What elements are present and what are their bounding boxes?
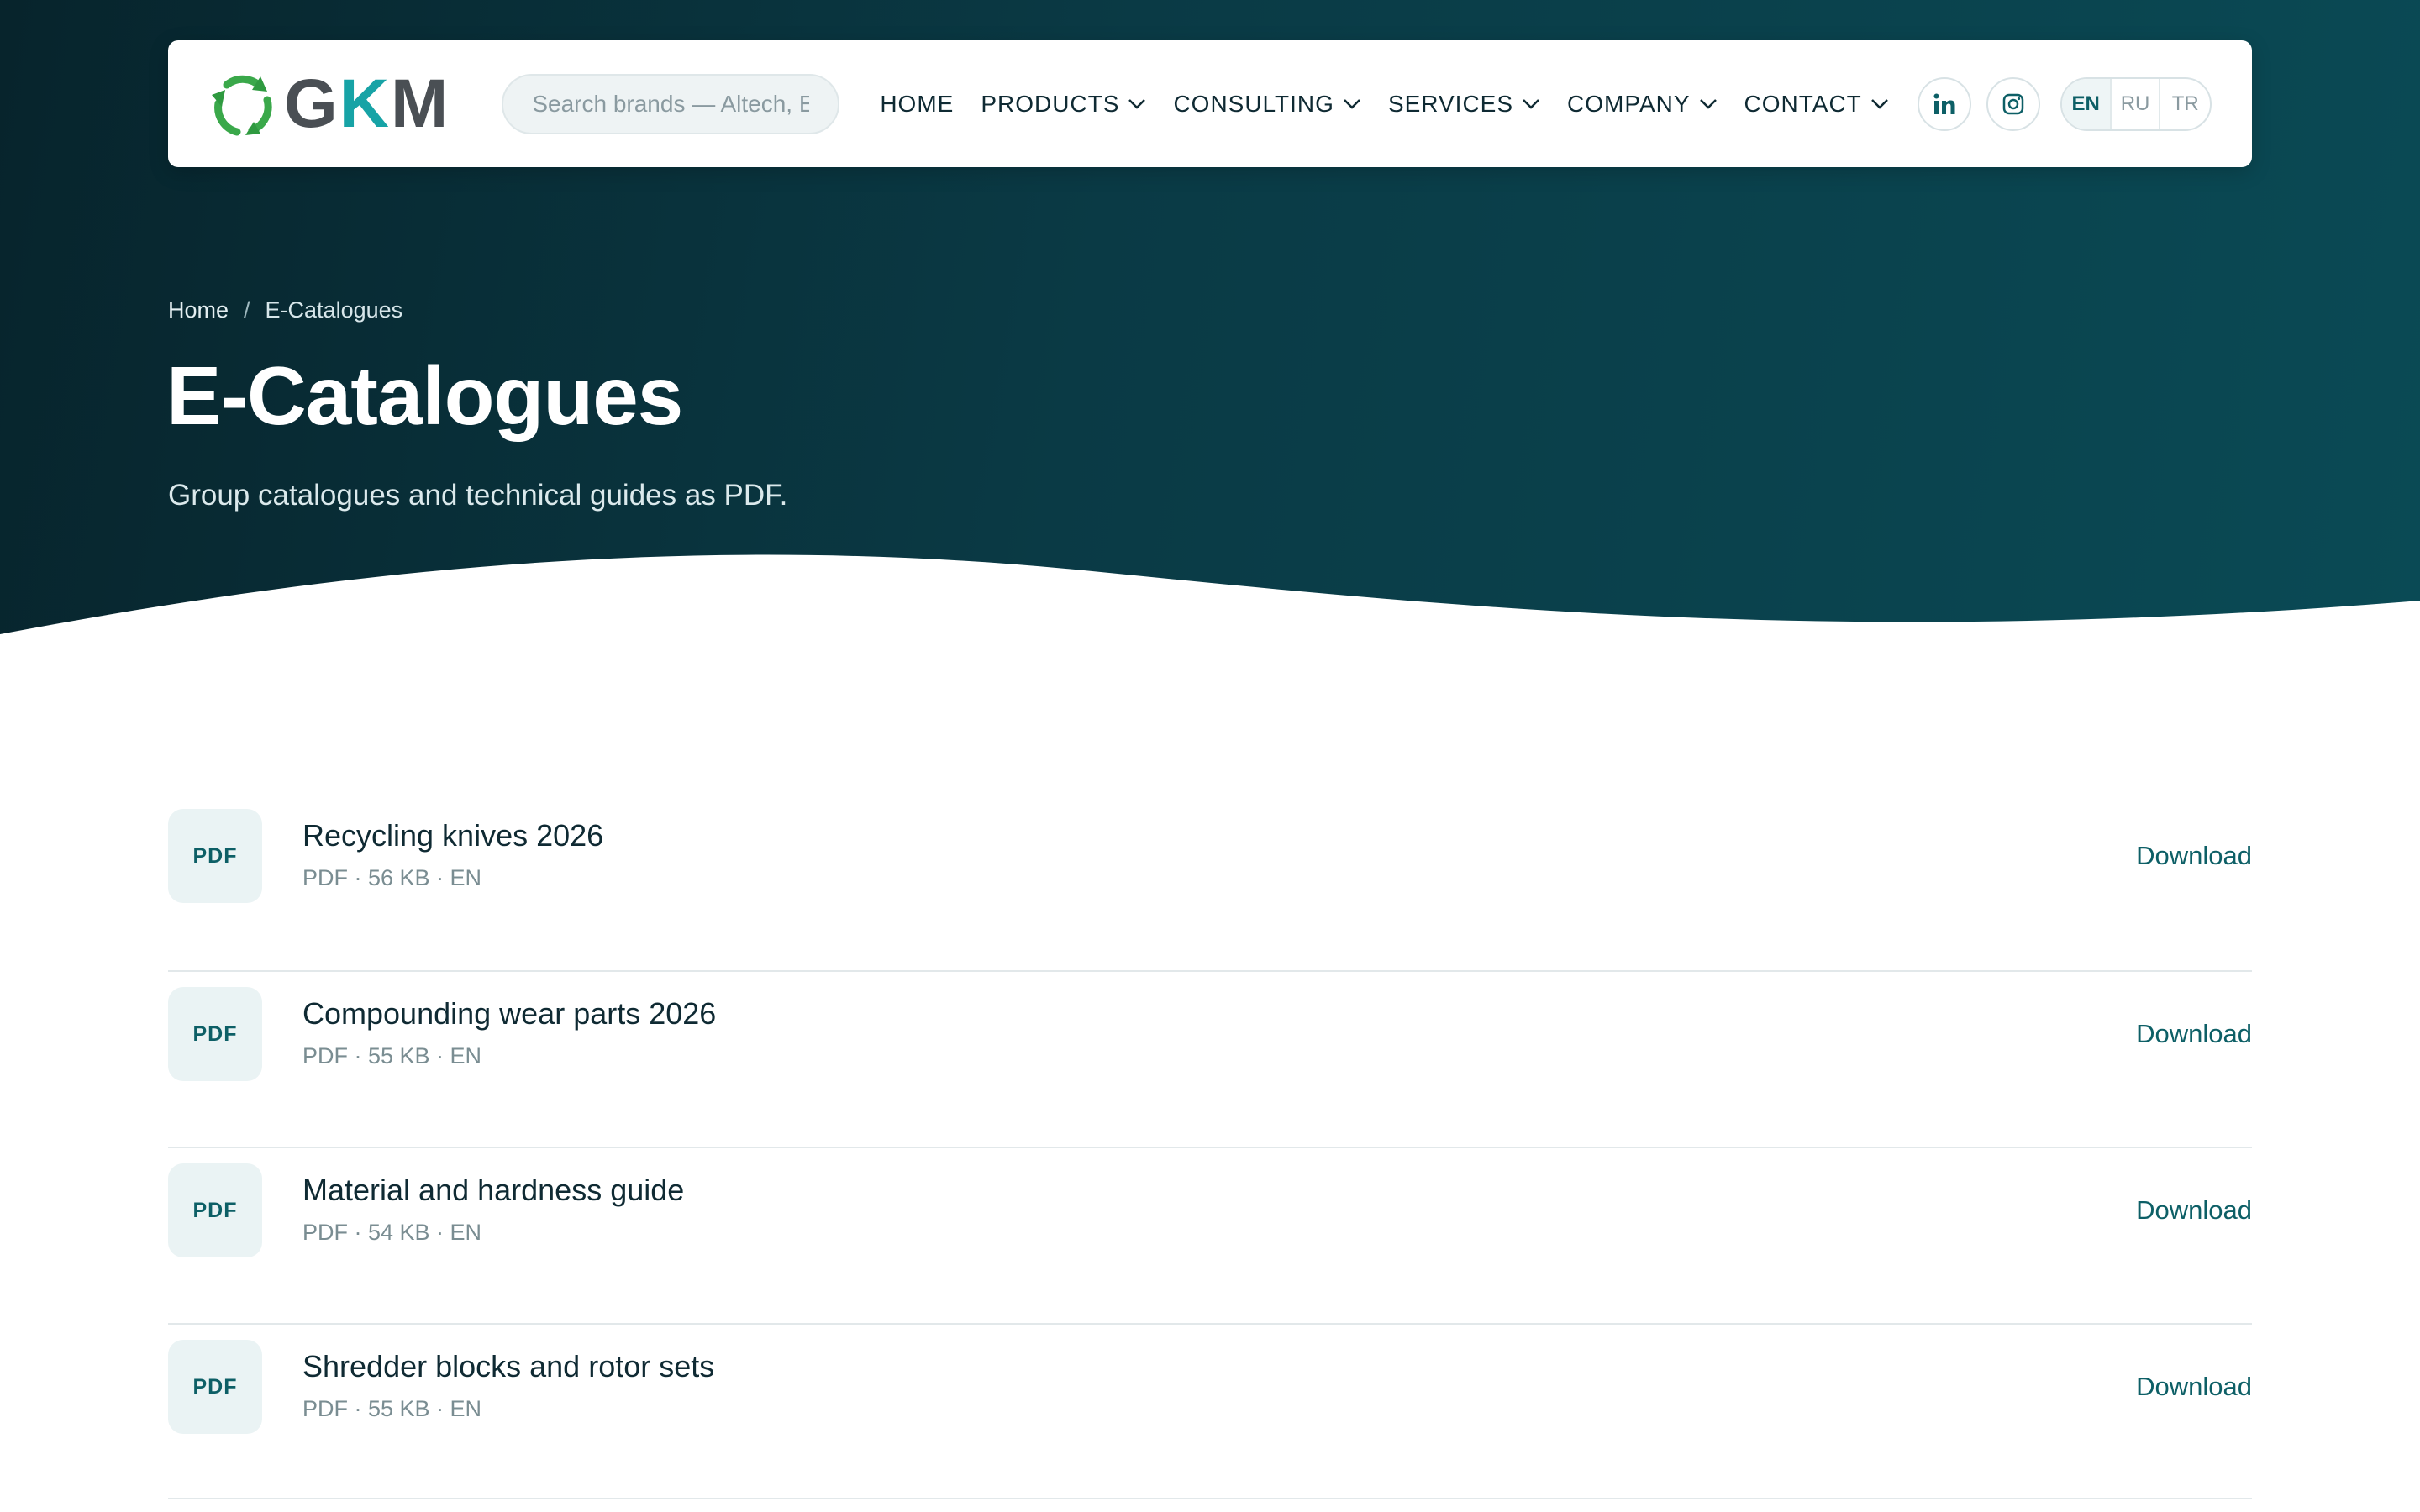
nav-company-label: COMPANY — [1567, 90, 1691, 117]
pdf-file-icon: PDF — [168, 987, 262, 1081]
search-box[interactable] — [502, 73, 840, 134]
lang-ru[interactable]: RU — [2112, 78, 2161, 129]
download-link[interactable]: Download — [2136, 841, 2252, 871]
page-subtitle: Group catalogues and technical guides as… — [168, 479, 788, 512]
search-input[interactable] — [532, 90, 810, 118]
breadcrumb-separator: / — [244, 297, 250, 323]
nav-services[interactable]: SERVICES — [1388, 91, 1540, 118]
breadcrumb: Home / E-Catalogues — [168, 297, 402, 323]
lang-en[interactable]: EN — [2061, 78, 2112, 129]
download-link[interactable]: Download — [2136, 1195, 2252, 1226]
chevron-down-icon — [1523, 98, 1539, 109]
catalogue-title: Material and hardness guide — [302, 1173, 685, 1207]
social-links — [1917, 76, 2055, 131]
catalogue-info: Material and hardness guide PDF · 54 KB … — [302, 1172, 684, 1246]
linkedin-button[interactable] — [1917, 76, 1971, 131]
lang-tr[interactable]: TR — [2160, 79, 2210, 129]
catalogue-title: Recycling knives 2026 — [302, 818, 604, 853]
logo-letter-g: G — [284, 65, 339, 142]
nav-products-label: PRODUCTS — [981, 90, 1120, 117]
download-link[interactable]: Download — [2136, 1372, 2252, 1402]
breadcrumb-home-link[interactable]: Home — [168, 297, 229, 323]
catalogue-meta: PDF · 54 KB · EN — [302, 1220, 482, 1246]
catalogue-info: Shredder blocks and rotor sets PDF · 55 … — [302, 1348, 714, 1422]
pdf-file-icon: PDF — [168, 1340, 262, 1434]
gkm-logo[interactable]: GKM — [208, 66, 450, 142]
download-link[interactable]: Download — [2136, 1019, 2252, 1049]
nav-contact-label: CONTACT — [1744, 90, 1862, 117]
page-title: E-Catalogues — [166, 349, 683, 442]
logo-wordmark: GKM — [284, 69, 450, 139]
nav-consulting[interactable]: CONSULTING — [1173, 91, 1361, 118]
chevron-down-icon — [1870, 98, 1888, 109]
nav-home-label: HOME — [880, 90, 955, 117]
recycle-logo-icon — [212, 75, 272, 135]
main-nav: HOME PRODUCTS CONSULTING SERVICES COMPAN… — [880, 91, 1915, 118]
logo-letter-m: M — [391, 65, 450, 142]
pdf-file-icon: PDF — [168, 809, 262, 903]
nav-home[interactable]: HOME — [880, 91, 954, 118]
catalogue-title: Compounding wear parts 2026 — [302, 996, 717, 1031]
nav-services-label: SERVICES — [1387, 90, 1514, 117]
language-switcher: EN RU TR — [2060, 76, 2212, 131]
logo-letter-k: K — [339, 65, 392, 142]
catalogue-info: Recycling knives 2026 PDF · 56 KB · EN — [302, 817, 603, 891]
catalogue-title: Shredder blocks and rotor sets — [302, 1349, 715, 1383]
catalogue-row: PDF Shredder blocks and rotor sets PDF ·… — [168, 1323, 2252, 1499]
instagram-icon — [2002, 93, 2024, 114]
linkedin-icon — [1933, 93, 1955, 114]
catalogue-meta: PDF · 56 KB · EN — [302, 865, 482, 891]
instagram-button[interactable] — [1986, 76, 2040, 131]
breadcrumb-current: E-Catalogues — [265, 297, 403, 323]
chevron-down-icon — [1344, 98, 1360, 109]
catalogue-row: PDF Material and hardness guide PDF · 54… — [168, 1147, 2252, 1323]
catalogue-meta: PDF · 55 KB · EN — [302, 1043, 482, 1069]
chevron-down-icon — [1128, 98, 1146, 109]
nav-contact[interactable]: CONTACT — [1744, 91, 1889, 118]
nav-consulting-label: CONSULTING — [1173, 90, 1334, 117]
catalogue-list: PDF Recycling knives 2026 PDF · 56 KB · … — [168, 794, 2252, 1499]
top-navbar: GKM HOME PRODUCTS CONSULTING SERVICES CO… — [168, 40, 2252, 167]
chevron-down-icon — [1699, 98, 1717, 109]
catalogue-meta: PDF · 55 KB · EN — [302, 1396, 482, 1422]
pdf-file-icon: PDF — [168, 1163, 262, 1257]
catalogue-row: PDF Compounding wear parts 2026 PDF · 55… — [168, 970, 2252, 1147]
catalogue-info: Compounding wear parts 2026 PDF · 55 KB … — [302, 995, 716, 1069]
nav-company[interactable]: COMPANY — [1567, 91, 1718, 118]
nav-products[interactable]: PRODUCTS — [981, 91, 1146, 118]
catalogue-row: PDF Recycling knives 2026 PDF · 56 KB · … — [168, 794, 2252, 970]
